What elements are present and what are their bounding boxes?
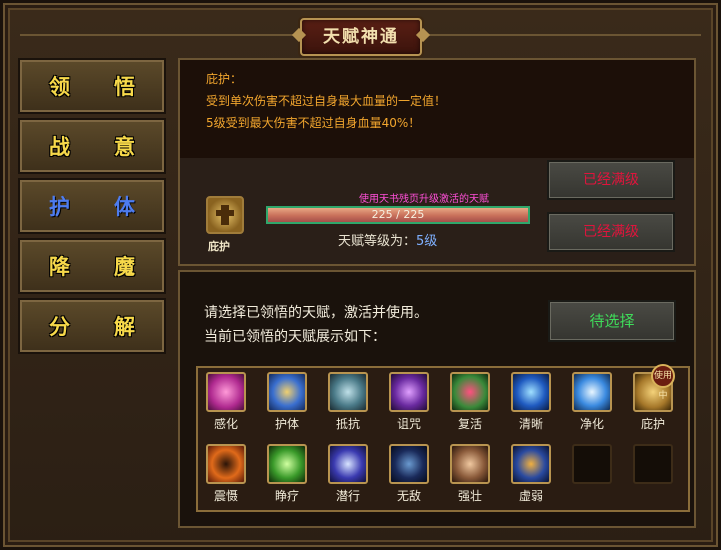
sidebar-item-label-b: 悟	[114, 75, 135, 99]
empty-talent-slot	[568, 444, 616, 487]
talent-slot[interactable]: 复活	[446, 372, 494, 432]
activation-instruction-2: 当前已领悟的天赋展示如下：	[204, 329, 386, 345]
talent-slot[interactable]: 抵抗	[324, 372, 372, 432]
curse-icon	[389, 372, 429, 412]
sidebar-item-label-a: 分	[49, 315, 70, 339]
level-value: 5级	[416, 234, 438, 249]
activation-panel: 请选择已领悟的天赋，激活并使用。 当前已领悟的天赋展示如下： 待选择 感化 护体…	[178, 270, 696, 528]
armor-icon	[328, 372, 368, 412]
skill-icon-label: 庇护	[208, 240, 230, 253]
flame-ring-icon	[206, 444, 246, 484]
sidebar-item-subdue-demon[interactable]: 降 魔	[18, 238, 166, 294]
talent-slot[interactable]: 护体	[263, 372, 311, 432]
sidebar-item-label-a: 降	[49, 255, 70, 279]
talent-slot[interactable]: 净化	[568, 372, 616, 432]
sidebar: 领 悟 战 意 护 体 降 魔 分 解	[18, 58, 168, 358]
talent-slot[interactable]: 诅咒	[385, 372, 433, 432]
sidebar-item-label-b: 意	[114, 135, 135, 159]
sidebar-item-label-b: 魔	[114, 255, 135, 279]
maxed-button-2[interactable]: 已经满级	[547, 212, 675, 252]
talent-slot[interactable]: 无敌	[385, 444, 433, 504]
fist-icon	[450, 444, 490, 484]
shield-cross-icon	[267, 372, 307, 412]
sidebar-item-comprehend[interactable]: 领 悟	[18, 58, 166, 114]
dark-shield-icon	[389, 444, 429, 484]
talent-grid: 感化 护体 抵抗 诅咒 复活 清晰 净化 庇护 使用中 震慑 睁疗 潜行 无敌 …	[196, 364, 690, 512]
sidebar-item-label-b: 解	[114, 315, 135, 339]
sidebar-item-label-a: 战	[49, 135, 70, 159]
talent-description-1: 受到单次伤害不超过自身最大血量的一定值！	[206, 94, 447, 108]
talent-description-2: 5级受到最大伤害不超过自身血量40%！	[206, 116, 421, 130]
talent-level: 天赋等级为：5级	[338, 230, 437, 249]
water-drop-icon	[511, 372, 551, 412]
weak-figure-icon	[511, 444, 551, 484]
pending-select-button[interactable]: 待选择	[548, 300, 676, 342]
talent-slot[interactable]: 震慑	[202, 444, 250, 504]
window-title: 天赋神通	[300, 18, 422, 56]
talent-slot[interactable]: 清晰	[507, 372, 555, 432]
shield-ankh-icon	[206, 196, 244, 234]
revive-heart-icon	[450, 372, 490, 412]
talent-slot[interactable]: 虚弱	[507, 444, 555, 504]
talent-name: 庇护：	[206, 72, 243, 86]
purify-icon	[572, 372, 612, 412]
sidebar-item-battle-will[interactable]: 战 意	[18, 118, 166, 174]
empty-slot-icon	[572, 444, 612, 484]
progress-hint: 使用天书残页升级激活的天赋	[359, 194, 489, 205]
description-area	[180, 60, 694, 158]
activation-instruction-1: 请选择已领悟的天赋，激活并使用。	[204, 305, 428, 321]
in-use-badge: 使用中	[651, 364, 675, 401]
sidebar-item-label-a: 领	[49, 75, 70, 99]
level-prefix: 天赋等级为：	[338, 234, 417, 249]
empty-talent-slot	[629, 444, 677, 487]
talent-slot[interactable]: 潜行	[324, 444, 372, 504]
talent-slot-active[interactable]: 庇护 使用中	[629, 364, 677, 432]
sidebar-item-decompose[interactable]: 分 解	[18, 298, 166, 354]
progress-bar: 225 / 225	[266, 206, 530, 224]
talent-slot[interactable]: 睁疗	[263, 444, 311, 504]
sidebar-item-label-a: 护	[49, 195, 70, 219]
stealth-icon	[328, 444, 368, 484]
leaf-heal-icon	[267, 444, 307, 484]
progress-text: 225 / 225	[371, 208, 425, 221]
maxed-button-1[interactable]: 已经满级	[547, 160, 675, 200]
empty-slot-icon	[633, 444, 673, 484]
talent-slot[interactable]: 感化	[202, 372, 250, 432]
talent-slot[interactable]: 强壮	[446, 444, 494, 504]
sidebar-item-label-b: 体	[114, 195, 135, 219]
heart-icon	[206, 372, 246, 412]
sidebar-item-protect[interactable]: 护 体	[18, 178, 166, 234]
talent-detail-panel: 庇护： 受到单次伤害不超过自身最大血量的一定值！ 5级受到最大伤害不超过自身血量…	[178, 58, 696, 266]
